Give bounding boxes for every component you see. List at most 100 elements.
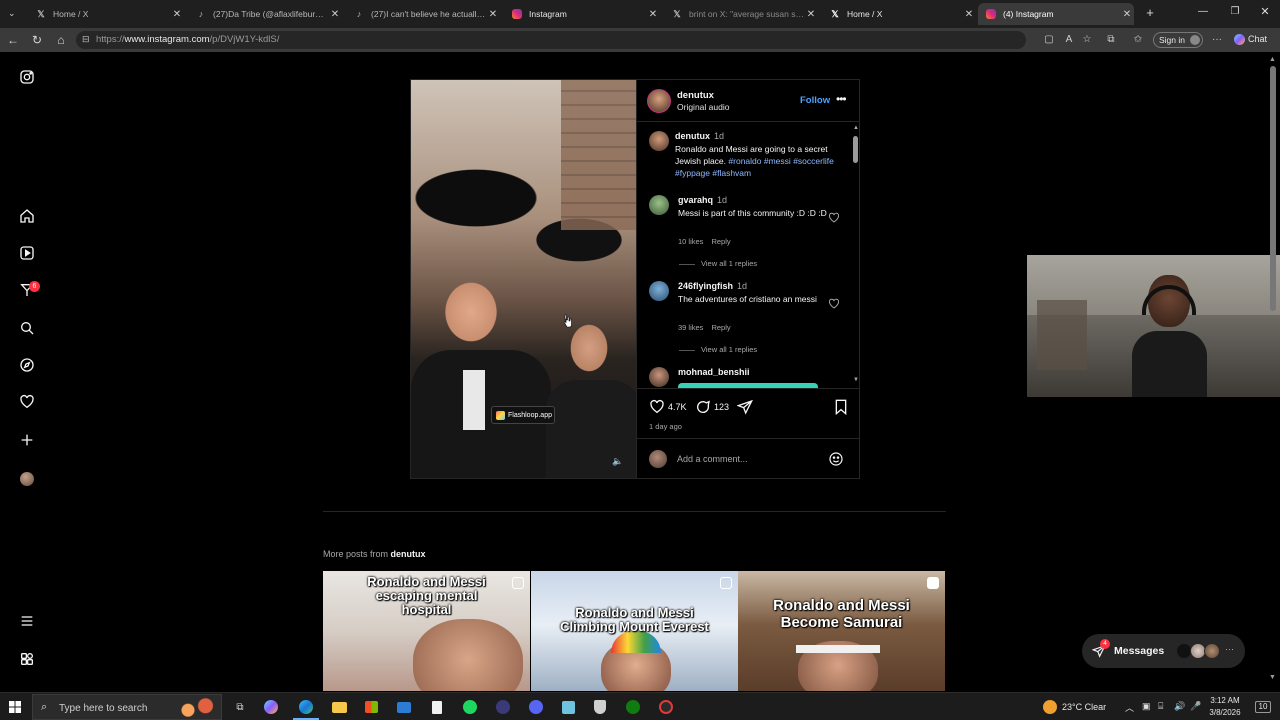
comment-username[interactable]: mohnad_benshii	[678, 367, 750, 377]
tab-instagram[interactable]: Instagram ✕	[504, 3, 660, 25]
close-tab-icon[interactable]: ✕	[328, 9, 342, 20]
profile-avatar[interactable]	[20, 472, 34, 486]
tab-instagram-active[interactable]: (4) Instagram ✕	[978, 3, 1134, 25]
add-comment-input[interactable]	[677, 452, 817, 466]
vpn-shield-icon[interactable]	[591, 698, 609, 716]
comment-avatar[interactable]	[649, 367, 669, 387]
favorites-icon[interactable]: ✩	[1131, 33, 1145, 47]
url-field[interactable]: ⊟ https://www.instagram.com/p/DVjW1Y-kdl…	[76, 31, 1026, 49]
share-icon[interactable]	[737, 399, 753, 415]
xbox-icon[interactable]	[624, 698, 642, 716]
tab-x-brint[interactable]: 𝕏 brint on X: "average susan subplo ✕	[664, 3, 818, 25]
reply-button[interactable]: Reply	[711, 323, 730, 332]
reels-nav-icon[interactable]	[17, 243, 37, 263]
notification-center-button[interactable]: 10	[1255, 701, 1271, 713]
menu-hamburger-icon[interactable]	[17, 611, 37, 631]
hashtag-link[interactable]: #ronaldo	[728, 156, 761, 166]
weather-moon-icon[interactable]	[1043, 700, 1057, 714]
split-screen-icon[interactable]: ▢	[1042, 33, 1056, 47]
audio-label[interactable]: Original audio	[677, 102, 729, 112]
caption-avatar[interactable]	[649, 131, 669, 151]
bookmark-icon[interactable]	[834, 399, 848, 415]
reel-video[interactable]: Flashloop.app 🔈	[411, 80, 636, 478]
emoji-icon[interactable]	[828, 451, 844, 467]
caption-username[interactable]: denutux 1d	[675, 131, 724, 141]
media-player-icon[interactable]	[494, 698, 512, 716]
tab-tiktok-2[interactable]: ♪ (27)I can't believe he actually answ ✕	[346, 3, 500, 25]
more-options-icon[interactable]: •••	[836, 92, 847, 106]
more-menu-icon[interactable]: ···	[1210, 33, 1224, 47]
like-icon[interactable]	[649, 399, 665, 415]
comment-avatar[interactable]	[649, 281, 669, 301]
read-aloud-icon[interactable]: A	[1062, 33, 1076, 47]
close-window-button[interactable]: ✕	[1258, 5, 1272, 18]
volume-icon[interactable]: 🔊	[1174, 701, 1185, 712]
maximize-button[interactable]: ❐	[1228, 6, 1242, 17]
mail-icon[interactable]	[395, 698, 413, 716]
more-posts-username[interactable]: denutux	[391, 549, 426, 559]
site-info-icon[interactable]: ⊟	[82, 34, 90, 45]
document-icon[interactable]	[428, 698, 446, 716]
hashtag-link[interactable]: #fyppage	[675, 168, 710, 178]
comment-username[interactable]: 246flyingfish 1d	[678, 281, 747, 291]
favorite-star-icon[interactable]: ☆	[1080, 33, 1094, 47]
messages-button[interactable]: 4 Messages ···	[1082, 634, 1245, 668]
tab-home-x-1[interactable]: 𝕏 Home / X ✕	[28, 3, 184, 25]
discord-icon[interactable]	[527, 698, 545, 716]
task-view-icon[interactable]: ⧉	[231, 698, 249, 716]
tab-home-x-2[interactable]: 𝕏 Home / X ✕	[822, 3, 976, 25]
comment-icon[interactable]	[695, 399, 711, 415]
also-from-meta-icon[interactable]	[17, 649, 37, 669]
network-icon[interactable]: ⌸	[1158, 701, 1163, 712]
tray-overflow-icon[interactable]: ︿	[1125, 701, 1134, 714]
windows-start-icon[interactable]	[9, 701, 21, 713]
close-tab-icon[interactable]: ✕	[1120, 9, 1134, 20]
home-nav-icon[interactable]	[17, 206, 37, 226]
close-tab-icon[interactable]: ✕	[804, 9, 818, 20]
view-replies-button[interactable]: View all 1 replies	[679, 259, 757, 268]
close-tab-icon[interactable]: ✕	[962, 9, 976, 20]
scroll-down-icon[interactable]: ▼	[1269, 674, 1276, 681]
microsoft-store-icon[interactable]	[362, 698, 380, 716]
file-explorer-icon[interactable]	[330, 698, 348, 716]
more-post-thumbnail[interactable]: Ronaldo and Messi Become Samurai	[738, 571, 945, 691]
author-avatar[interactable]	[647, 89, 671, 113]
edge-browser-icon[interactable]	[293, 698, 319, 720]
taskbar-search-input[interactable]	[59, 701, 179, 715]
comment-like-icon[interactable]	[828, 298, 840, 310]
hashtag-link[interactable]: #soccerlife	[793, 156, 834, 166]
signin-button[interactable]: Sign in	[1153, 32, 1203, 48]
search-nav-icon[interactable]	[17, 318, 37, 338]
likes-nav-icon[interactable]	[17, 392, 37, 412]
home-icon[interactable]: ⌂	[53, 32, 69, 48]
close-tab-icon[interactable]: ✕	[486, 9, 500, 20]
taskbar-search[interactable]: ⌕	[32, 694, 223, 720]
comment-like-icon[interactable]	[828, 212, 840, 224]
page-scrollbar[interactable]: ▲ ▼	[1268, 56, 1278, 686]
more-post-thumbnail[interactable]: Ronaldo and Messi Climbing Mount Everest	[531, 571, 738, 691]
comment-avatar[interactable]	[649, 195, 669, 215]
view-replies-button[interactable]: View all 1 replies	[679, 345, 757, 354]
scrollbar-thumb[interactable]	[1270, 66, 1276, 311]
minimize-button[interactable]: —	[1196, 6, 1210, 17]
close-tab-icon[interactable]: ✕	[170, 9, 184, 20]
tab-tiktok-1[interactable]: ♪ (27)Da Tribe (@aflaxlifeburner)'s v ✕	[188, 3, 342, 25]
copilot-taskbar-icon[interactable]	[264, 700, 278, 714]
weather-text[interactable]: 23°C Clear	[1062, 702, 1106, 712]
new-tab-button[interactable]: +	[1143, 6, 1157, 20]
explore-nav-icon[interactable]	[17, 355, 37, 375]
obs-icon[interactable]	[657, 698, 675, 716]
mute-icon[interactable]: 🔈	[612, 456, 624, 468]
clock-time[interactable]: 3:12 AM	[1207, 696, 1243, 705]
scrollbar-thumb[interactable]	[853, 136, 858, 163]
back-icon[interactable]: ←	[5, 32, 21, 48]
like-count[interactable]: 4.7K	[668, 402, 687, 412]
more-post-thumbnail[interactable]: Ronaldo and Messi escaping mental hospit…	[323, 571, 530, 691]
scroll-up-icon[interactable]: ▲	[1269, 56, 1276, 63]
comment-username[interactable]: gvarahq 1d	[678, 195, 727, 205]
instagram-logo-icon[interactable]	[17, 67, 37, 87]
extensions-icon[interactable]: ⧉	[1104, 33, 1118, 47]
hashtag-link[interactable]: #flashvam	[712, 168, 751, 178]
comment-likes[interactable]: 10 likes	[678, 237, 703, 246]
create-nav-icon[interactable]	[17, 430, 37, 450]
